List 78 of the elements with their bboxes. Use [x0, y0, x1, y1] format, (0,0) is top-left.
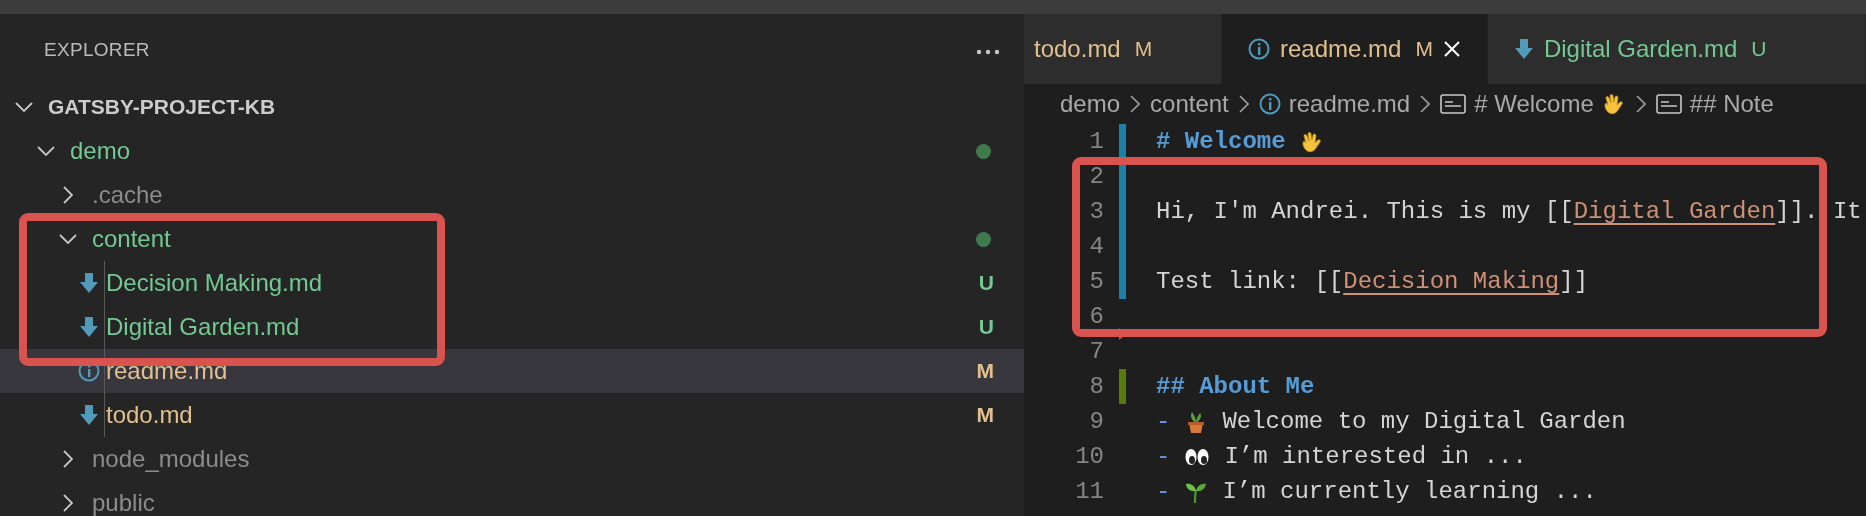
heading-text: ## About Me: [1156, 373, 1315, 400]
folder-tree-item[interactable]: public: [0, 481, 1024, 516]
file-tree-item[interactable]: Decision Making.md U: [0, 261, 1024, 305]
code-text: Welcome to my Digital Garden: [1222, 408, 1626, 435]
line-number: 3: [1088, 198, 1104, 225]
folder-tree-item[interactable]: .cache: [0, 173, 1024, 217]
waving-hand-icon: [1299, 129, 1324, 154]
file-name: public: [92, 489, 155, 516]
code-text: Hi, I'm Andrei. This is my [[Digital Garden]]. It: [1156, 198, 1862, 225]
line-number: 9: [1088, 408, 1104, 435]
wiki-link[interactable]: Decision Making: [1343, 268, 1560, 295]
project-tree-item[interactable]: GATSBY-PROJECT-KB: [0, 85, 1024, 129]
git-status: U: [978, 271, 994, 295]
chevron-right-icon: [1420, 95, 1431, 113]
line-number: 4: [1088, 233, 1104, 260]
file-name: node_modules: [92, 445, 250, 472]
file-tree-item[interactable]: Digital Garden.md U: [0, 305, 1024, 349]
file-name: content: [92, 225, 171, 252]
file-tree-item[interactable]: readme.md M: [0, 349, 1024, 393]
down-arrow-icon: [1513, 38, 1534, 60]
file-name: todo.md: [106, 401, 193, 428]
line-number: 2: [1088, 163, 1104, 190]
chevron-right-icon: [1238, 95, 1249, 113]
heading-text: # Welcome: [1156, 128, 1286, 155]
file-tree-item[interactable]: todo.md M: [0, 393, 1024, 437]
breadcrumb-item[interactable]: demo: [1060, 90, 1121, 118]
file-name: Decision Making.md: [106, 269, 323, 296]
down-arrow-icon: [79, 316, 99, 338]
folder-tree-item[interactable]: content: [0, 217, 1024, 261]
code-text: I’m interested in ...: [1224, 443, 1527, 470]
git-status: U: [978, 315, 994, 339]
chevron-right-icon: [1130, 95, 1141, 113]
code-text: I’m currently learning ...: [1222, 478, 1597, 505]
line-number: 10: [1074, 443, 1104, 470]
breadcrumb-item[interactable]: # Welcome: [1440, 90, 1626, 118]
wiki-link[interactable]: Digital Garden: [1573, 198, 1776, 225]
editor-tab[interactable]: todo.md M: [1024, 14, 1222, 84]
chevron-right-icon: [1635, 95, 1646, 113]
line-number: 7: [1088, 338, 1104, 365]
down-arrow-icon: [79, 272, 99, 294]
file-name: demo: [70, 137, 131, 164]
file-name: readme.md: [106, 357, 228, 384]
chevron-right-icon[interactable]: [63, 494, 73, 512]
line-number: 8: [1088, 373, 1104, 400]
panel-title: EXPLORER: [44, 38, 150, 61]
breadcrumb-item[interactable]: content: [1150, 90, 1229, 118]
editor-tab[interactable]: readme.md M: [1222, 14, 1488, 84]
file-name: GATSBY-PROJECT-KB: [48, 95, 276, 118]
info-icon: [1258, 93, 1281, 115]
chevron-down-icon[interactable]: [59, 234, 77, 244]
git-status: M: [976, 359, 994, 383]
chevron-down-icon[interactable]: [37, 146, 55, 156]
close-icon[interactable]: [1442, 40, 1461, 58]
line-number: 11: [1074, 478, 1104, 505]
symbol-icon: [1655, 93, 1682, 115]
line-number: 5: [1088, 268, 1104, 295]
waving-hand-icon: [1601, 92, 1626, 116]
editor-tab[interactable]: Digital Garden.md U: [1487, 14, 1866, 84]
file-name: .cache: [92, 181, 163, 208]
breadcrumb-item[interactable]: ## Note: [1655, 90, 1774, 118]
down-arrow-icon: [79, 404, 99, 426]
chevron-right-icon[interactable]: [63, 450, 73, 468]
folder-tree-item[interactable]: node_modules: [0, 437, 1024, 481]
chevron-down-icon[interactable]: [15, 102, 33, 112]
folder-tree-item[interactable]: demo: [0, 129, 1024, 173]
line-number: 6: [1088, 303, 1104, 330]
symbol-icon: [1440, 93, 1467, 115]
code-text: Test link: [[Decision Making]]: [1156, 268, 1589, 295]
more-icon[interactable]: [976, 48, 1000, 55]
list-bullet: -: [1156, 443, 1171, 470]
line-number: 1: [1088, 128, 1104, 155]
file-name: Digital Garden.md: [106, 313, 300, 340]
git-status: M: [976, 403, 994, 427]
list-bullet: -: [1156, 478, 1171, 505]
list-bullet: -: [1156, 408, 1171, 435]
chevron-right-icon[interactable]: [63, 186, 73, 204]
info-icon: [1248, 38, 1270, 60]
breadcrumb-item[interactable]: readme.md: [1258, 90, 1411, 118]
